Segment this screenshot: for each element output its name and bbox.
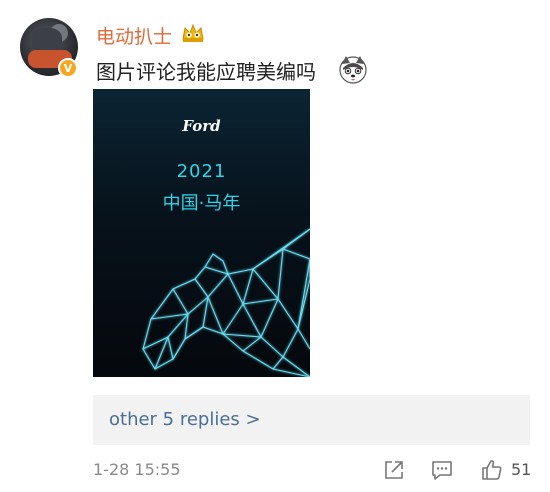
comment-timestamp: 1-28 15:55 (93, 460, 181, 479)
crown-badge-icon (182, 23, 204, 42)
poster-year: 2021 (176, 161, 227, 182)
thumbs-up-icon[interactable] (480, 458, 504, 482)
comment-text: 图片评论我能应聘美编吗 (96, 60, 316, 84)
replies-container: other 5 replies > (93, 395, 530, 445)
wireframe-horse-illustration (142, 228, 310, 377)
more-replies-link[interactable]: other 5 replies > (109, 409, 261, 430)
poster-title: 中国·马年 (162, 193, 241, 214)
comment-icon[interactable] (430, 458, 454, 482)
husky-emoji-icon (339, 56, 367, 84)
comment-image[interactable]: Ford 2021 中国·马年 (93, 89, 310, 377)
ford-logo: Ford (182, 117, 221, 135)
verified-badge: V (58, 58, 78, 78)
share-icon[interactable] (382, 458, 406, 482)
username[interactable]: 电动扒士 (96, 22, 172, 49)
like-count: 51 (511, 460, 532, 479)
